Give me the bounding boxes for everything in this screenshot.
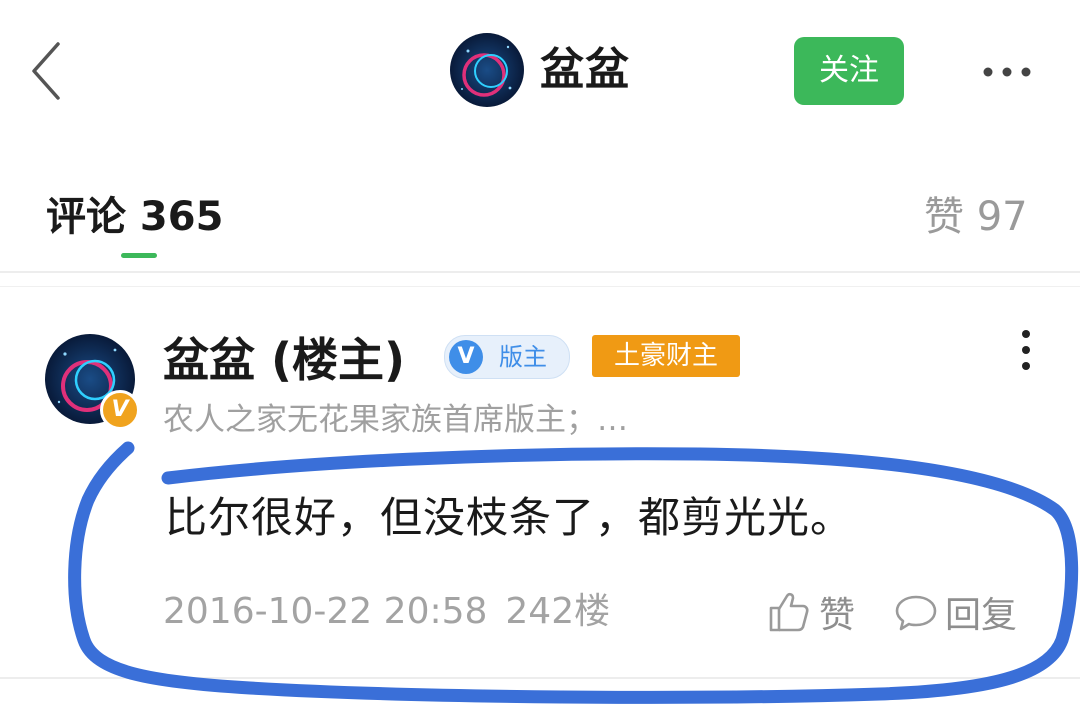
comment-more-button[interactable] (1012, 326, 1040, 374)
back-button[interactable] (22, 38, 72, 104)
moderator-v-icon: V (449, 340, 483, 374)
divider (0, 271, 1080, 273)
header-avatar[interactable] (450, 33, 524, 107)
comment-bubble-icon (895, 595, 937, 631)
verified-badge-icon: V (100, 390, 140, 430)
comment-author-name[interactable]: 盆盆 (楼主) (163, 330, 405, 390)
page-title: 盆盆 (540, 44, 630, 95)
tab-comments[interactable]: 评论 365 (46, 188, 223, 246)
more-options-button[interactable] (974, 52, 1040, 92)
like-button[interactable]: 赞 (765, 584, 855, 640)
reply-button[interactable]: 回复 (893, 584, 1017, 640)
author-title: 农人之家无花果家族首席版主；… (163, 402, 628, 438)
more-vertical-icon (1022, 330, 1030, 370)
comment-text: 比尔很好，但没枝条了，都剪光光。 (165, 493, 854, 542)
back-arrow-icon (32, 42, 60, 100)
more-horizontal-icon (983, 67, 1031, 77)
comment-meta: 2016-10-22 20:58 242楼 (163, 584, 610, 640)
divider (0, 286, 1080, 287)
moderator-badge: V 版主 (444, 335, 570, 379)
rank-badge: 土豪财主 (592, 335, 740, 377)
comment-floor: 242楼 (505, 591, 611, 632)
tab-likes[interactable]: 赞 97 (924, 188, 1028, 246)
reply-label: 回复 (945, 595, 1018, 636)
divider (0, 677, 1080, 679)
thumbs-up-icon (769, 592, 809, 632)
comment-date: 2016-10-22 20:58 (163, 591, 488, 632)
moderator-badge-label: 版主 (499, 343, 547, 371)
like-label: 赞 (819, 595, 856, 636)
active-tab-indicator (121, 253, 157, 258)
follow-button[interactable]: 关注 (794, 37, 904, 105)
